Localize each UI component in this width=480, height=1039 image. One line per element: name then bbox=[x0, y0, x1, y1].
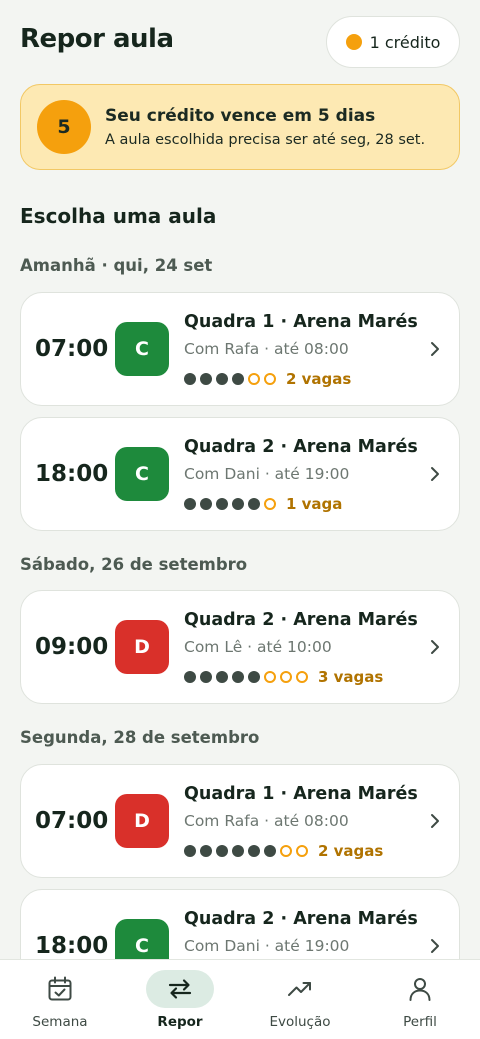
class-time: 09:00 bbox=[35, 634, 109, 660]
spot-free-dot bbox=[264, 498, 276, 510]
coach-time: Com Rafa · até 08:00 bbox=[184, 340, 349, 358]
spot-free-dot bbox=[264, 671, 276, 683]
coin-icon bbox=[345, 34, 362, 50]
nav-label: Repor bbox=[157, 1014, 203, 1030]
class-card[interactable]: 09:00 D Quadra 2 · Arena Marés Com Lê · … bbox=[20, 590, 460, 704]
nav-item-semana[interactable]: Semana bbox=[0, 960, 120, 1039]
credit-label: 1 crédito bbox=[369, 32, 441, 52]
nav-label: Semana bbox=[32, 1014, 88, 1030]
chevron-right-icon bbox=[429, 418, 441, 530]
spot-free-dot bbox=[280, 845, 292, 857]
court-name: Quadra 1 · Arena Marés bbox=[184, 312, 418, 332]
nav-label: Evolução bbox=[269, 1014, 331, 1030]
spot-free-dot bbox=[248, 373, 260, 385]
person-icon bbox=[409, 978, 431, 1001]
spot-dots bbox=[184, 845, 308, 857]
swap-arrows-icon bbox=[168, 979, 192, 999]
spot-taken-dot bbox=[184, 498, 196, 510]
spot-taken-dot bbox=[232, 373, 244, 385]
banner-title: Seu crédito vence em 5 dias bbox=[105, 106, 376, 126]
spot-taken-dot bbox=[248, 845, 260, 857]
spot-taken-dot bbox=[248, 498, 260, 510]
spot-free-dot bbox=[280, 671, 292, 683]
chevron-right-icon bbox=[429, 765, 441, 877]
nav-item-perfil[interactable]: Perfil bbox=[360, 960, 480, 1039]
page-title: Repor aula bbox=[20, 24, 174, 54]
spot-free-dot bbox=[264, 373, 276, 385]
court-name: Quadra 2 · Arena Marés bbox=[184, 437, 418, 457]
court-name: Quadra 2 · Arena Marés bbox=[184, 909, 418, 929]
level-badge: C bbox=[115, 322, 169, 376]
section-title: Escolha uma aula bbox=[20, 204, 217, 228]
class-card[interactable]: 07:00 C Quadra 1 · Arena Marés Com Rafa … bbox=[20, 292, 460, 406]
court-name: Quadra 1 · Arena Marés bbox=[184, 784, 418, 804]
spot-taken-dot bbox=[184, 373, 196, 385]
spot-taken-dot bbox=[200, 373, 212, 385]
spot-taken-dot bbox=[200, 671, 212, 683]
spots-label: 2 vagas bbox=[318, 842, 384, 860]
spot-free-dot bbox=[296, 845, 308, 857]
spot-taken-dot bbox=[248, 671, 260, 683]
day-label: Sábado, 26 de setembro bbox=[20, 555, 248, 574]
chevron-right-icon bbox=[429, 591, 441, 703]
spots-indicator: 1 vaga bbox=[184, 495, 342, 513]
spot-taken-dot bbox=[200, 498, 212, 510]
court-name: Quadra 2 · Arena Marés bbox=[184, 610, 418, 630]
spot-dots bbox=[184, 671, 308, 683]
trending-up-icon bbox=[288, 982, 311, 996]
spot-taken-dot bbox=[264, 845, 276, 857]
day-label: Amanhã · qui, 24 set bbox=[20, 256, 213, 275]
class-card[interactable]: 18:00 C Quadra 2 · Arena Marés Com Dani … bbox=[20, 417, 460, 531]
spot-taken-dot bbox=[232, 671, 244, 683]
spot-taken-dot bbox=[232, 845, 244, 857]
calendar-check-icon bbox=[48, 976, 72, 1001]
level-badge: C bbox=[115, 447, 169, 501]
nav-item-evolucao[interactable]: Evolução bbox=[240, 960, 360, 1039]
coach-time: Com Dani · até 19:00 bbox=[184, 465, 350, 483]
spot-taken-dot bbox=[216, 498, 228, 510]
level-badge: D bbox=[115, 620, 169, 674]
spot-taken-dot bbox=[232, 498, 244, 510]
expiry-banner: 5 Seu crédito vence em 5 dias A aula esc… bbox=[20, 84, 460, 170]
class-time: 18:00 bbox=[35, 461, 109, 487]
spot-taken-dot bbox=[200, 845, 212, 857]
level-badge: D bbox=[115, 794, 169, 848]
spot-dots bbox=[184, 498, 276, 510]
spot-taken-dot bbox=[216, 671, 228, 683]
credit-badge[interactable]: 1 crédito bbox=[326, 16, 460, 68]
header: Repor aula 1 crédito bbox=[0, 0, 480, 84]
spots-indicator: 2 vagas bbox=[184, 842, 383, 860]
spot-free-dot bbox=[296, 671, 308, 683]
class-time: 07:00 bbox=[35, 808, 109, 834]
coach-time: Com Lê · até 10:00 bbox=[184, 638, 332, 656]
spots-label: 1 vaga bbox=[286, 495, 343, 513]
spot-taken-dot bbox=[184, 671, 196, 683]
day-label: Segunda, 28 de setembro bbox=[20, 728, 260, 747]
nav-item-repor[interactable]: Repor bbox=[120, 960, 240, 1039]
class-card[interactable]: 07:00 D Quadra 1 · Arena Marés Com Rafa … bbox=[20, 764, 460, 878]
banner-subtitle: A aula escolhida precisa ser até seg, 28… bbox=[105, 132, 426, 148]
coach-time: Com Dani · até 19:00 bbox=[184, 937, 350, 955]
spots-label: 3 vagas bbox=[318, 668, 384, 686]
nav-label: Perfil bbox=[403, 1014, 437, 1030]
class-time: 07:00 bbox=[35, 336, 109, 362]
spot-taken-dot bbox=[216, 373, 228, 385]
spot-taken-dot bbox=[216, 845, 228, 857]
spots-indicator: 2 vagas bbox=[184, 370, 351, 388]
bottom-nav: Semana Repor Evolução Perfil bbox=[0, 959, 480, 1039]
spot-taken-dot bbox=[184, 845, 196, 857]
spots-label: 2 vagas bbox=[286, 370, 352, 388]
spots-indicator: 3 vagas bbox=[184, 668, 383, 686]
spot-dots bbox=[184, 373, 276, 385]
chevron-right-icon bbox=[429, 293, 441, 405]
days-left-badge: 5 bbox=[37, 100, 91, 154]
coach-time: Com Rafa · até 08:00 bbox=[184, 812, 349, 830]
